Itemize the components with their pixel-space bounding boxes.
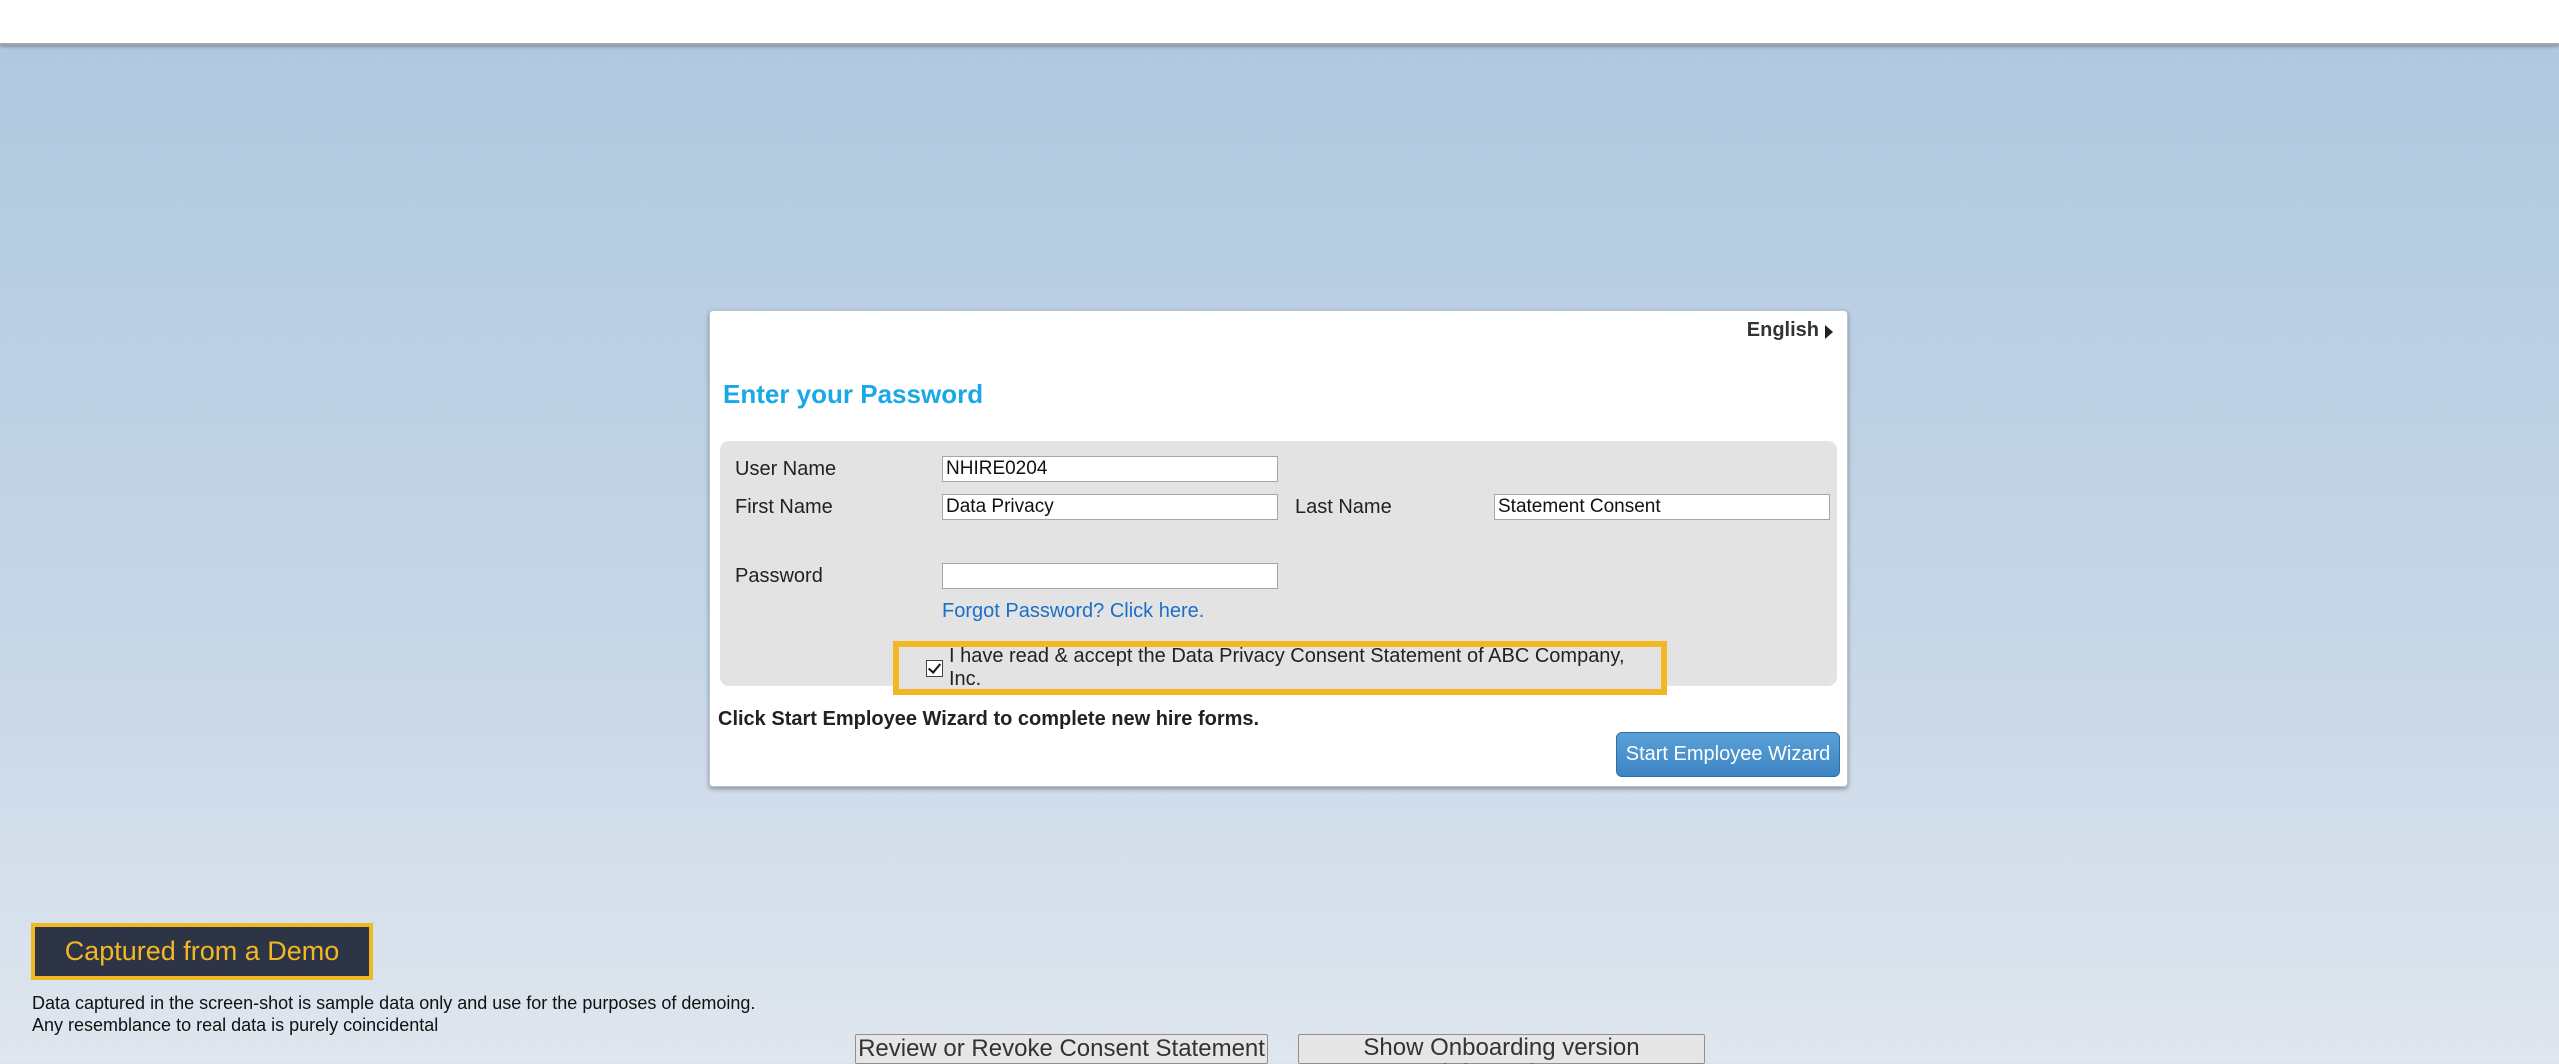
firstname-field[interactable] (942, 494, 1278, 520)
wizard-instruction: Click Start Employee Wizard to complete … (718, 708, 1260, 730)
top-bar (0, 0, 2559, 45)
language-label: English (1746, 319, 1819, 341)
triangle-right-icon (1825, 325, 1833, 339)
lastname-field[interactable] (1494, 494, 1830, 520)
demo-badge: Captured from a Demo (31, 923, 373, 980)
login-card: English Enter your Password User Name Fi… (709, 310, 1848, 787)
lastname-label: Last Name (1295, 496, 1392, 518)
consent-highlight: I have read & accept the Data Privacy Co… (893, 641, 1667, 695)
show-version-button[interactable]: Show Onboarding version information (1298, 1034, 1705, 1064)
password-field[interactable] (942, 563, 1278, 589)
language-selector[interactable]: English (1747, 319, 1833, 342)
review-consent-button[interactable]: Review or Revoke Consent Statement (855, 1034, 1268, 1064)
firstname-label: First Name (735, 496, 833, 518)
start-employee-wizard-button[interactable]: Start Employee Wizard (1616, 732, 1840, 777)
page-title: Enter your Password (723, 379, 984, 409)
username-field[interactable] (942, 456, 1278, 482)
consent-label: I have read & accept the Data Privacy Co… (948, 645, 1625, 690)
consent-checkbox[interactable] (926, 659, 943, 677)
password-label: Password (735, 565, 823, 587)
disclaimer-line-1: Data captured in the screen-shot is samp… (32, 993, 756, 1013)
forgot-password-link[interactable]: Forgot Password? Click here. (942, 600, 1204, 623)
login-form: User Name First Name Last Name Password … (720, 441, 1837, 695)
disclaimer-line-2: Any resemblance to real data is purely c… (32, 1015, 439, 1035)
username-label: User Name (735, 458, 837, 480)
